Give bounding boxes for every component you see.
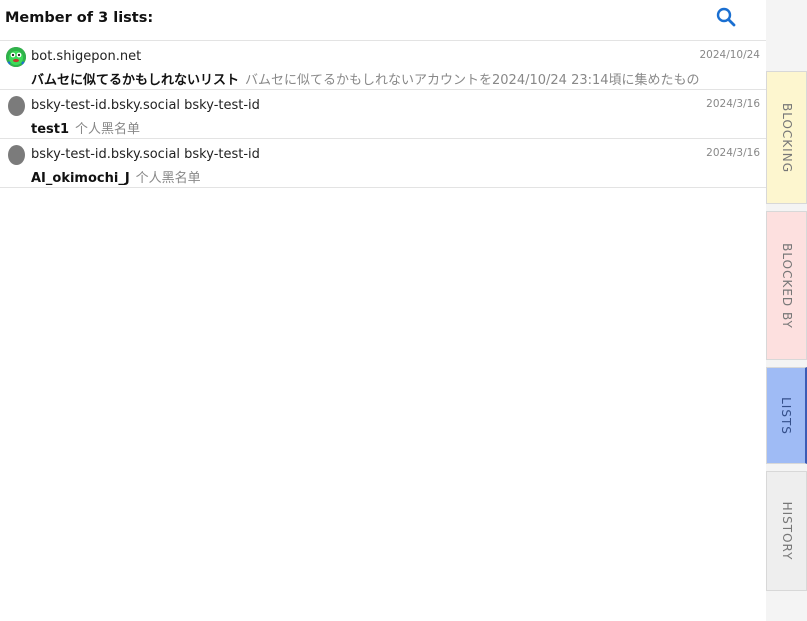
list-item[interactable]: bsky-test-id.bsky.social bsky-test-id 20…	[0, 90, 766, 139]
list-line: test1 个人黑名单	[31, 118, 760, 137]
list-name[interactable]: test1	[31, 122, 69, 137]
tab-blocked-by[interactable]: BLOCKED BY	[766, 211, 807, 360]
list-name[interactable]: バムセに似てるかもしれないリスト	[31, 73, 239, 88]
tab-blocking-label: BLOCKING	[779, 102, 794, 173]
list-date: 2024/10/24	[699, 49, 760, 61]
tab-lists-label: LISTS	[779, 396, 793, 435]
list-description: バムセに似てるかもしれないアカウントを2024/10/24 23:14頃に集めた…	[245, 73, 700, 88]
list-item[interactable]: bsky-test-id.bsky.social bsky-test-id 20…	[0, 139, 766, 188]
search-icon	[716, 7, 736, 27]
tab-blocked-by-label: BLOCKED BY	[779, 242, 794, 329]
list-line: AI_okimochi_J 个人黑名单	[31, 167, 760, 186]
avatar[interactable]	[6, 47, 26, 67]
list-owner[interactable]: bot.shigepon.net	[31, 49, 141, 64]
list-owner[interactable]: bsky-test-id.bsky.social bsky-test-id	[31, 147, 260, 162]
list-name[interactable]: AI_okimochi_J	[31, 171, 130, 186]
gray-avatar-icon[interactable]	[8, 96, 25, 116]
tab-blocking[interactable]: BLOCKING	[766, 71, 807, 204]
tab-history[interactable]: HISTORY	[766, 471, 807, 591]
list-description: 个人黑名单	[75, 122, 141, 137]
tab-history-label: HISTORY	[779, 501, 794, 561]
list-item[interactable]: bot.shigepon.net 2024/10/24 バムセに似てるかもしれな…	[0, 41, 766, 90]
search-button[interactable]	[714, 5, 738, 29]
list-date: 2024/3/16	[706, 98, 760, 110]
tab-lists[interactable]: LISTS	[766, 367, 807, 464]
header: Member of 3 lists:	[0, 0, 766, 41]
list-owner[interactable]: bsky-test-id.bsky.social bsky-test-id	[31, 98, 260, 113]
list-line: バムセに似てるかもしれないリスト バムセに似てるかもしれないアカウントを2024/…	[31, 69, 760, 88]
side-tab-bar: BLOCKING BLOCKED BY LISTS HISTORY	[766, 0, 807, 621]
main-panel: Member of 3 lists: bot.shigepon.net 2024…	[0, 0, 766, 621]
page-title: Member of 3 lists:	[5, 10, 154, 26]
page: Member of 3 lists: bot.shigepon.net 2024…	[0, 0, 807, 621]
list-date: 2024/3/16	[706, 147, 760, 159]
green-character-avatar-icon	[6, 47, 26, 67]
gray-avatar-icon[interactable]	[8, 145, 25, 165]
list-description: 个人黑名单	[135, 171, 201, 186]
